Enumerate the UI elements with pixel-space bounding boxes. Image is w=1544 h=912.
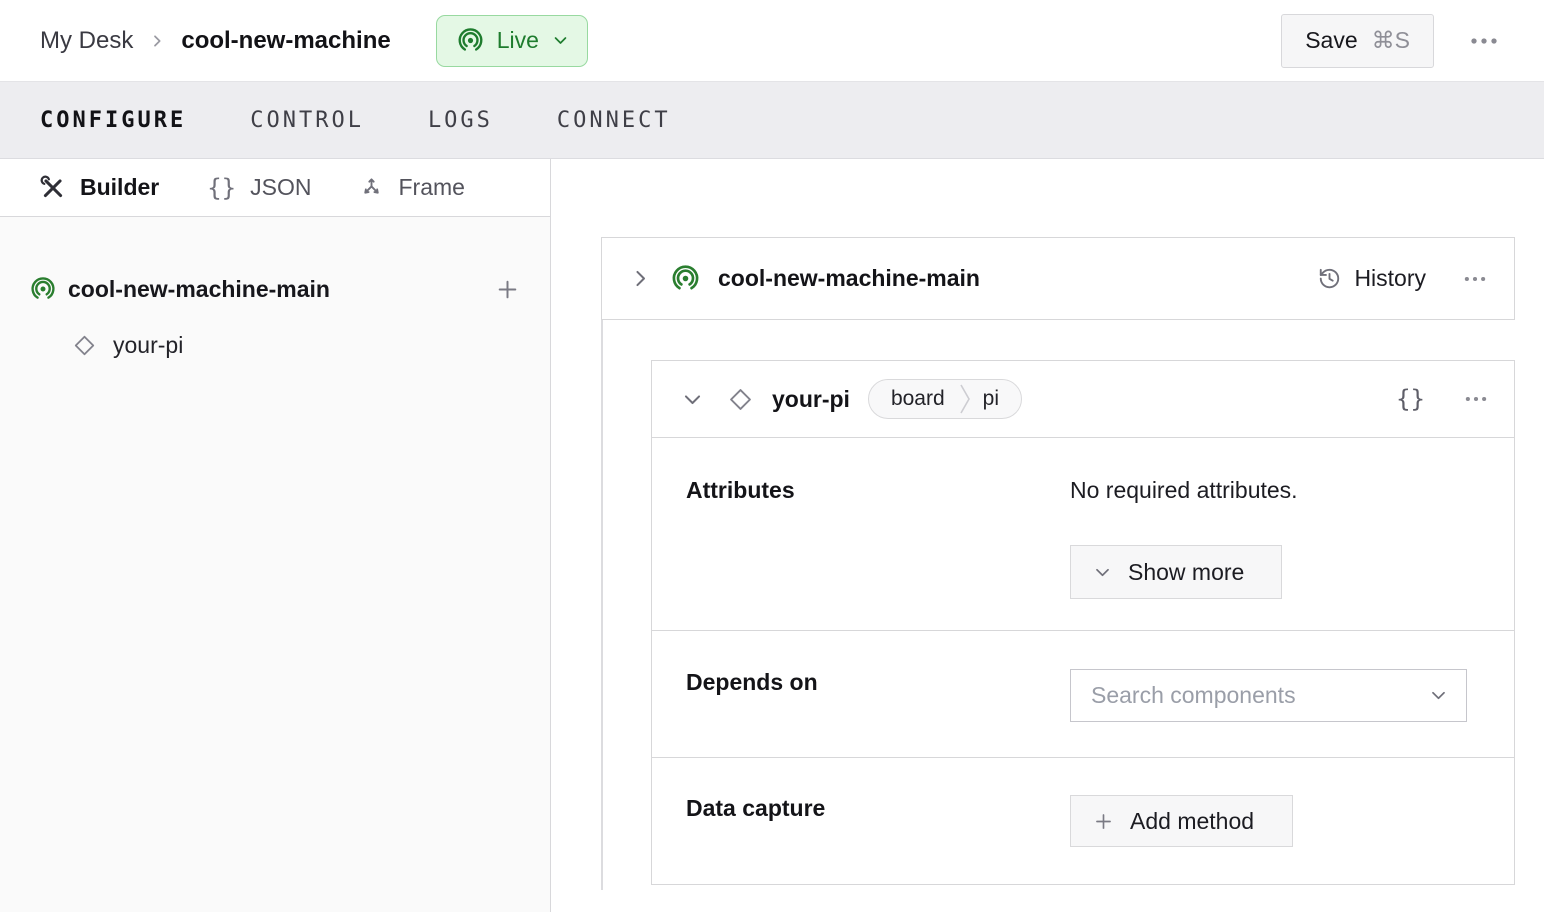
save-shortcut: ⌘S (1371, 27, 1410, 53)
tab-connect[interactable]: CONNECT (557, 108, 671, 133)
data-capture-section: Data capture Add method (652, 758, 1514, 885)
chevron-down-icon (1093, 563, 1112, 582)
history-label: History (1354, 265, 1426, 291)
show-more-button[interactable]: Show more (1070, 545, 1282, 599)
show-more-label: Show more (1128, 558, 1245, 585)
breadcrumb-chevron-icon (149, 33, 165, 49)
machine-card-more-button[interactable] (1462, 266, 1488, 292)
diamond-icon (727, 386, 754, 413)
component-card-header: your-pi board pi {} (652, 361, 1514, 438)
component-model: pi (982, 387, 1000, 410)
main-nav-tabs: CONFIGURE CONTROL LOGS CONNECT (0, 82, 1544, 159)
depends-on-select[interactable] (1070, 669, 1467, 722)
tree-connector-line (601, 319, 603, 890)
add-component-button[interactable] (495, 277, 520, 302)
config-sidebar: Builder {} JSON Frame cool-new-machine-m… (0, 159, 551, 912)
diamond-icon (72, 333, 97, 358)
tab-configure[interactable]: CONFIGURE (40, 108, 186, 133)
tree-item-component[interactable]: your-pi (0, 317, 550, 373)
builder-panel: cool-new-machine-main History your-pi bo… (552, 159, 1544, 912)
breadcrumb: My Desk cool-new-machine (40, 27, 391, 55)
history-button[interactable]: History (1317, 265, 1426, 292)
view-tab-label: JSON (250, 174, 312, 200)
plus-icon (1093, 811, 1114, 832)
machine-status-dropdown[interactable]: Live (435, 14, 588, 67)
machine-part-title: cool-new-machine-main (718, 265, 980, 291)
badge-chevron-divider (959, 381, 971, 417)
braces-icon: {} (207, 173, 237, 202)
machine-part-card: cool-new-machine-main History (601, 237, 1515, 320)
data-capture-label: Data capture (686, 795, 826, 821)
top-header: My Desk cool-new-machine Live Save ⌘S (0, 0, 1544, 82)
tree-item-label: cool-new-machine-main (68, 275, 330, 302)
save-label: Save (1305, 27, 1358, 53)
broadcast-icon (671, 264, 700, 293)
attributes-section: Attributes No required attributes. Show … (652, 438, 1514, 631)
view-tab-label: Builder (80, 174, 160, 200)
tools-icon (40, 175, 66, 201)
chevron-down-icon (552, 32, 569, 49)
depends-on-content (1070, 669, 1484, 757)
depends-on-search-input[interactable] (1091, 682, 1429, 709)
component-category: board (890, 387, 945, 410)
tree-item-machine-part[interactable]: cool-new-machine-main (0, 261, 550, 317)
collapse-card-button[interactable] (682, 389, 703, 410)
broadcast-icon (30, 276, 56, 302)
add-method-label: Add method (1130, 807, 1255, 834)
breadcrumb-my-desk-link[interactable]: My Desk (40, 27, 133, 55)
component-title: your-pi (772, 385, 850, 412)
tree-item-label: your-pi (113, 331, 184, 358)
data-capture-content: Add method (1070, 795, 1484, 885)
config-view-switcher: Builder {} JSON Frame (0, 159, 550, 217)
view-tab-label: Frame (398, 174, 465, 200)
attributes-empty-text: No required attributes. (1070, 477, 1298, 503)
depends-on-section: Depends on (652, 631, 1514, 758)
component-type-badge: board pi (867, 379, 1023, 419)
status-label: Live (496, 27, 539, 53)
attributes-content: No required attributes. Show more (1070, 477, 1484, 630)
attributes-label: Attributes (686, 477, 795, 503)
save-button[interactable]: Save ⌘S (1281, 13, 1434, 68)
component-card-more-button[interactable] (1463, 386, 1489, 412)
broadcast-icon (457, 27, 484, 54)
view-tab-json[interactable]: {} JSON (207, 174, 311, 202)
component-card: your-pi board pi {} Attributes No requir… (651, 360, 1515, 885)
view-tab-frame[interactable]: Frame (359, 174, 465, 201)
expand-card-button[interactable] (630, 268, 651, 289)
frame-axes-icon (359, 175, 384, 200)
app-root: My Desk cool-new-machine Live Save ⌘S CO… (0, 0, 1544, 912)
chevron-down-icon (1429, 686, 1448, 705)
view-tab-builder[interactable]: Builder (40, 174, 159, 201)
history-clock-icon (1317, 266, 1342, 291)
tab-logs[interactable]: LOGS (428, 108, 493, 133)
add-method-button[interactable]: Add method (1070, 795, 1293, 847)
header-more-menu-button[interactable] (1468, 25, 1500, 57)
edit-json-button[interactable]: {} (1396, 385, 1425, 413)
tab-control[interactable]: CONTROL (250, 108, 364, 133)
breadcrumb-current-machine: cool-new-machine (181, 26, 391, 54)
machine-tree: cool-new-machine-main your-pi (0, 217, 550, 373)
depends-on-label: Depends on (686, 669, 818, 695)
